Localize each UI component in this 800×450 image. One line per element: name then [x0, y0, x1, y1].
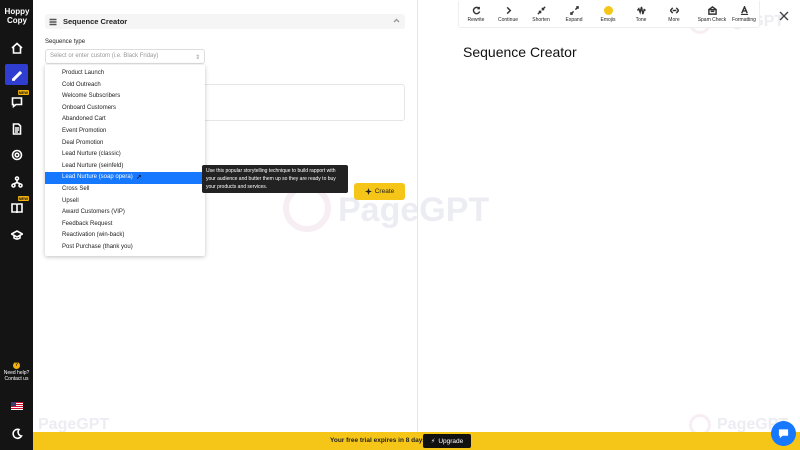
tone-button[interactable]: Tone — [624, 6, 658, 23]
emojis-button[interactable]: Emojis — [591, 6, 625, 23]
menu-icon — [49, 18, 61, 26]
mouse-cursor-icon: ➚ — [136, 174, 142, 181]
expand-label: Expand — [565, 17, 583, 23]
document-icon[interactable] — [9, 121, 24, 136]
dropdown-option[interactable]: Post Purchase (thank you) — [45, 242, 205, 254]
upgrade-button[interactable]: ⚡ Upgrade — [423, 434, 471, 448]
formatting-label: Formatting — [732, 17, 756, 23]
panel-header[interactable]: Sequence Creator — [45, 14, 405, 29]
dropdown-option[interactable]: Deal Promotion — [45, 138, 205, 150]
more-button[interactable]: More — [657, 6, 691, 23]
chat-icon[interactable]: NEW — [9, 90, 29, 109]
emoji-icon — [603, 6, 613, 15]
us-flag-icon[interactable] — [11, 402, 23, 410]
moon-icon[interactable] — [9, 426, 24, 441]
trial-banner: Your free trial expires in 8 days ⚡ Upgr… — [33, 432, 800, 450]
panel-title: Sequence Creator — [63, 17, 128, 26]
expand-button[interactable]: Expand — [557, 6, 591, 23]
dropdown-option[interactable]: Award Customers (VIP) — [45, 207, 205, 219]
panel-divider[interactable] — [417, 0, 418, 432]
waveform-icon — [636, 6, 646, 15]
write-icon[interactable] — [5, 64, 28, 85]
editor-title[interactable]: Sequence Creator — [463, 44, 577, 60]
emojis-label: Emojis — [600, 17, 616, 23]
dropdown-option[interactable]: Lead Nurture (seinfeld) — [45, 161, 205, 173]
rewrite-label: Rewrite — [467, 17, 485, 23]
tone-label: Tone — [635, 17, 647, 23]
dropdown-option[interactable]: Cross Sell — [45, 184, 205, 196]
select-placeholder: Select or enter custom (i.e. Black Frida… — [50, 53, 159, 59]
dropdown-option[interactable]: Product Launch — [45, 68, 205, 80]
dropdown-option[interactable]: Reactivation (win-back) — [45, 230, 205, 242]
chevron-right-icon — [506, 6, 511, 15]
option-tooltip: Use this popular storytelling technique … — [202, 165, 348, 193]
chevron-up-icon[interactable] — [393, 17, 400, 24]
dropdown-option[interactable]: Welcome Subscribers — [45, 91, 205, 103]
left-nav: Hoppy Copy NEW NEW ? Need help? Contact … — [0, 0, 33, 450]
code-icon — [669, 7, 679, 14]
text-format-icon — [740, 6, 748, 15]
home-icon[interactable] — [9, 40, 24, 55]
network-icon[interactable] — [9, 174, 24, 189]
dropdown-option[interactable]: Event Promotion — [45, 126, 205, 138]
spam-check-label: Spam Check — [697, 17, 727, 23]
continue-label: Continue — [497, 17, 518, 23]
rewrite-button[interactable]: Rewrite — [459, 6, 493, 23]
graduation-cap-icon[interactable] — [9, 227, 24, 242]
mailbox-icon — [707, 6, 717, 15]
formatting-button[interactable]: Formatting — [727, 6, 761, 23]
upgrade-label: Upgrade — [438, 437, 464, 445]
trial-text: Your free trial expires in 8 days — [330, 437, 426, 444]
dropdown-option[interactable]: Cold Outreach — [45, 80, 205, 92]
help-contact[interactable]: ? Need help? Contact us — [0, 362, 33, 382]
shorten-label: Shorten — [532, 17, 550, 23]
logo-line2: Copy — [7, 16, 27, 25]
question-icon: ? — [13, 362, 20, 369]
more-label: More — [668, 17, 680, 23]
book-icon[interactable]: NEW — [9, 196, 29, 215]
spam-check-button[interactable]: Spam Check — [695, 6, 729, 23]
chat-bubble-icon — [778, 429, 789, 439]
new-badge: NEW — [17, 196, 29, 201]
updown-icon: ⇕ — [194, 55, 200, 61]
continue-button[interactable]: Continue — [491, 6, 525, 23]
sequence-type-select[interactable]: Select or enter custom (i.e. Black Frida… — [45, 49, 205, 64]
shrink-icon — [536, 6, 546, 15]
dropdown-option[interactable]: Upsell — [45, 196, 205, 208]
sequence-type-label: Sequence type — [45, 39, 86, 45]
sequence-type-dropdown: Product Launch Cold Outreach Welcome Subsc… — [45, 65, 205, 256]
new-badge: NEW — [17, 90, 29, 95]
dropdown-option[interactable]: Lead Nurture (classic) — [45, 149, 205, 161]
expand-icon — [569, 6, 579, 15]
shorten-button[interactable]: Shorten — [524, 6, 558, 23]
help-line2: Contact us — [4, 376, 29, 382]
refresh-icon — [472, 6, 480, 15]
editor-toolbar: Rewrite Continue Shorten Expand Emojis T… — [458, 1, 760, 28]
dropdown-option[interactable]: Lead Nurture (soap opera) — [45, 172, 205, 184]
dropdown-option[interactable]: Abandoned Cart — [45, 114, 205, 126]
dropdown-option[interactable]: Feedback Request — [45, 219, 205, 231]
lightning-icon: ⚡ — [430, 438, 436, 445]
support-chat-button[interactable] — [771, 421, 796, 446]
logo[interactable]: Hoppy Copy — [2, 7, 32, 25]
logo-line1: Hoppy — [4, 7, 30, 16]
dropdown-option[interactable]: Onboard Customers — [45, 103, 205, 115]
watermark-text: PageGPT — [338, 191, 490, 229]
close-icon[interactable] — [779, 8, 789, 21]
at-sign-icon[interactable] — [9, 147, 24, 162]
